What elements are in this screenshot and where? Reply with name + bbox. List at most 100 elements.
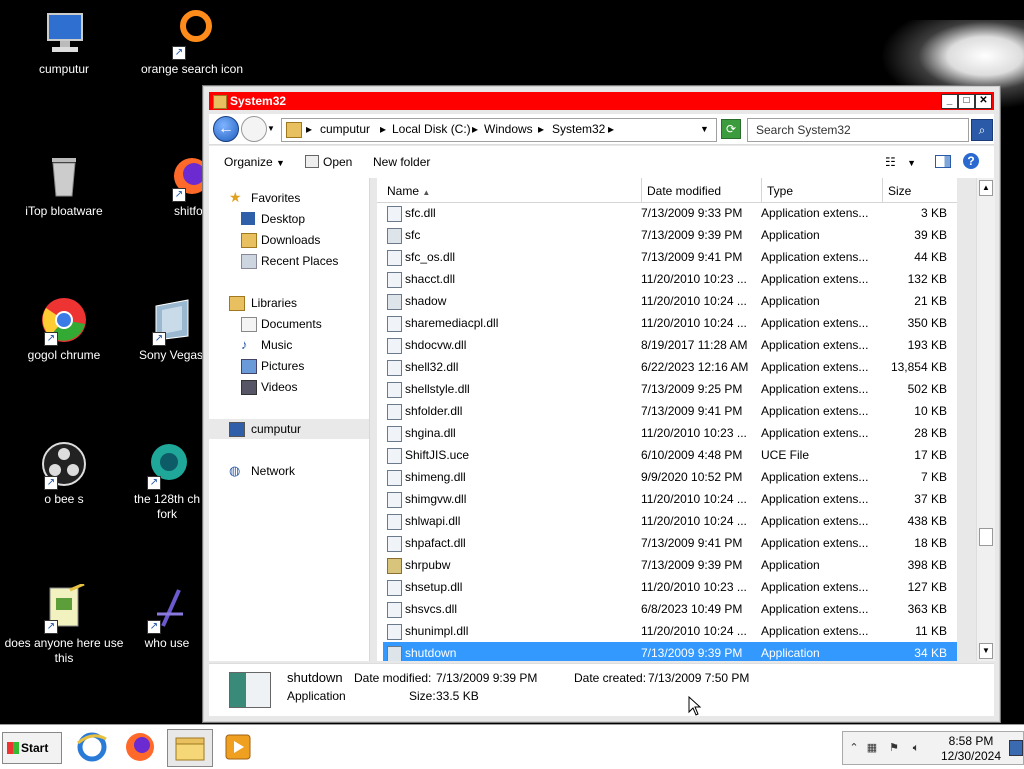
scroll-thumb[interactable] (979, 528, 993, 546)
file-row[interactable]: shfolder.dll 7/13/2009 9:41 PM Application… (383, 400, 957, 422)
computer-icon (40, 10, 88, 58)
taskbar-media-player[interactable] (216, 729, 260, 765)
taskbar-file-explorer[interactable] (167, 729, 213, 767)
file-row[interactable]: shellstyle.dll 7/13/2009 9:25 PM Applicati… (383, 378, 957, 400)
desktop-icon-notepad[interactable]: ↗ does anyone here use this (4, 582, 124, 666)
desktop-icon-browser-fork[interactable]: ↗ the 128th ch fork (132, 440, 202, 522)
nav-downloads[interactable]: Downloads (209, 230, 369, 250)
address-dropdown-button[interactable]: ▼ (700, 124, 709, 134)
column-type[interactable]: Type (767, 184, 793, 198)
view-options-button[interactable]: ☷ ▼ (885, 155, 916, 169)
desktop-icon-chrome[interactable]: ↗ gogol chrume (4, 296, 124, 363)
nav-recent-places[interactable]: Recent Places (209, 251, 369, 271)
file-row[interactable]: sfc 7/13/2009 9:39 PM Application 39 KB (383, 224, 957, 246)
minimize-button[interactable]: _ (941, 94, 958, 109)
file-size: 37 KB (914, 492, 947, 506)
title-bar[interactable]: System32 _ □ ✕ (209, 92, 994, 110)
recent-pages-dropdown[interactable]: ▼ (267, 124, 275, 133)
nav-libraries[interactable]: Libraries (209, 293, 369, 313)
shortcut-arrow-icon: ↗ (44, 620, 58, 634)
desktop-icon-who-use[interactable]: ↗ who use (132, 584, 202, 651)
nav-documents[interactable]: Documents (209, 314, 369, 334)
music-icon: ♪ (241, 337, 248, 352)
file-row[interactable]: sfc.dll 7/13/2009 9:33 PM Application exte… (383, 202, 957, 224)
forward-button[interactable] (241, 116, 267, 142)
details-size-label: Size: (409, 689, 436, 703)
breadcrumb-system32[interactable]: System32 (552, 122, 605, 136)
maximize-button[interactable]: □ (958, 94, 975, 109)
nav-pictures[interactable]: Pictures (209, 356, 369, 376)
show-desktop-button[interactable] (1009, 740, 1023, 756)
videos-icon (241, 380, 257, 395)
organize-button[interactable]: Organize ▼ (224, 155, 285, 169)
file-name: shimgvw.dll (405, 492, 467, 506)
file-row[interactable]: shacct.dll 11/20/2010 10:23 ... Applicatio… (383, 268, 957, 290)
preview-pane-button[interactable] (935, 155, 951, 171)
new-folder-button[interactable]: New folder (373, 155, 430, 169)
file-name: sfc (405, 228, 421, 242)
close-button[interactable]: ✕ (975, 94, 992, 109)
breadcrumb-windows[interactable]: Windows (484, 122, 533, 136)
scroll-down-button[interactable]: ▼ (979, 643, 993, 659)
file-type: Application extens... (761, 536, 869, 550)
refresh-button[interactable]: ⟳ (721, 119, 741, 139)
file-row[interactable]: shsvcs.dll 6/8/2023 10:49 PM Application e… (383, 598, 957, 620)
search-input[interactable]: Search System32 (747, 118, 969, 142)
file-row[interactable]: sharemediacpl.dll 11/20/2010 10:24 ... App… (383, 312, 957, 334)
nav-network[interactable]: ◍ Network (209, 461, 369, 481)
file-date-modified: 11/20/2010 10:23 ... (641, 272, 747, 286)
help-button[interactable]: ? (963, 153, 979, 169)
column-name[interactable]: Name ▲ (387, 184, 430, 198)
nav-computer[interactable]: cumputur (209, 419, 369, 439)
address-bar[interactable]: ▸ cumputur ▸ Local Disk (C:) ▸ Windows ▸… (281, 118, 717, 142)
file-row[interactable]: shutdown 7/13/2009 9:39 PM Application 34 K… (383, 642, 957, 661)
search-icon[interactable]: ⌕ (971, 119, 993, 141)
file-row[interactable]: shadow 11/20/2010 10:24 ... Application 21 … (383, 290, 957, 312)
nav-music[interactable]: ♪ Music (209, 335, 369, 355)
network-status-icon[interactable]: ▦ (865, 742, 879, 754)
file-row[interactable]: shlwapi.dll 11/20/2010 10:24 ... Applicati… (383, 510, 957, 532)
column-date-modified[interactable]: Date modified (647, 184, 721, 198)
taskbar-firefox[interactable] (118, 729, 162, 765)
vertical-scrollbar[interactable]: ▲ ▼ (976, 178, 995, 661)
breadcrumb-local-disk[interactable]: Local Disk (C:) (392, 122, 471, 136)
file-row[interactable]: shunimpl.dll 11/20/2010 10:24 ... Applicat… (383, 620, 957, 642)
details-file-name: shutdown (287, 670, 343, 685)
file-row[interactable]: ShiftJIS.uce 6/10/2009 4:48 PM UCE File 17 … (383, 444, 957, 466)
volume-icon[interactable]: 🔈︎ (909, 742, 923, 754)
breadcrumb-separator[interactable]: ▸ (306, 122, 312, 136)
breadcrumb-separator[interactable]: ▸ (608, 122, 614, 136)
clock[interactable]: 8:58 PM 12/30/2024 (935, 734, 1007, 764)
column-size[interactable]: Size (888, 184, 911, 198)
file-row[interactable]: shrpubw 7/13/2009 9:39 PM Application 398 K… (383, 554, 957, 576)
scroll-up-button[interactable]: ▲ (979, 180, 993, 196)
taskbar-internet-explorer[interactable] (70, 729, 114, 765)
file-row[interactable]: shpafact.dll 7/13/2009 9:41 PM Application… (383, 532, 957, 554)
file-row[interactable]: sfc_os.dll 7/13/2009 9:41 PM Application e… (383, 246, 957, 268)
action-center-flag-icon[interactable]: ⚑ (887, 742, 901, 754)
nav-videos[interactable]: Videos (209, 377, 369, 397)
file-row[interactable]: shell32.dll 6/22/2023 12:16 AM Application… (383, 356, 957, 378)
file-date-modified: 7/13/2009 9:39 PM (641, 558, 743, 572)
file-row[interactable]: shgina.dll 11/20/2010 10:23 ... Applicatio… (383, 422, 957, 444)
desktop-icon-itop[interactable]: iTop bloatware (4, 152, 124, 219)
dll-file-icon (387, 536, 402, 552)
desktop-icon-computer[interactable]: cumputur (4, 10, 124, 77)
breadcrumb-separator[interactable]: ▸ (472, 122, 478, 136)
show-hidden-icons-button[interactable]: ⌃ (847, 742, 861, 754)
breadcrumb-separator[interactable]: ▸ (538, 122, 544, 136)
file-row[interactable]: shimeng.dll 9/9/2020 10:52 PM Application … (383, 466, 957, 488)
back-button[interactable]: ← (213, 116, 239, 142)
desktop-icon-sony-vegas[interactable]: ↗ Sony Vegas (132, 296, 212, 363)
desktop-icon-orange-search[interactable]: ↗ orange search icon (132, 10, 252, 77)
breadcrumb-separator[interactable]: ▸ (380, 122, 386, 136)
desktop-icon-obs[interactable]: ↗ o bee s (4, 440, 124, 507)
nav-favorites[interactable]: ★ Favorites (209, 188, 369, 208)
open-button[interactable]: Open (305, 155, 352, 169)
start-button[interactable]: Start (2, 732, 62, 764)
file-row[interactable]: shdocvw.dll 8/19/2017 11:28 AM Application… (383, 334, 957, 356)
file-row[interactable]: shimgvw.dll 11/20/2010 10:24 ... Applicati… (383, 488, 957, 510)
nav-desktop[interactable]: Desktop (209, 209, 369, 229)
file-row[interactable]: shsetup.dll 11/20/2010 10:23 ... Applicati… (383, 576, 957, 598)
breadcrumb-computer[interactable]: cumputur (320, 122, 370, 136)
